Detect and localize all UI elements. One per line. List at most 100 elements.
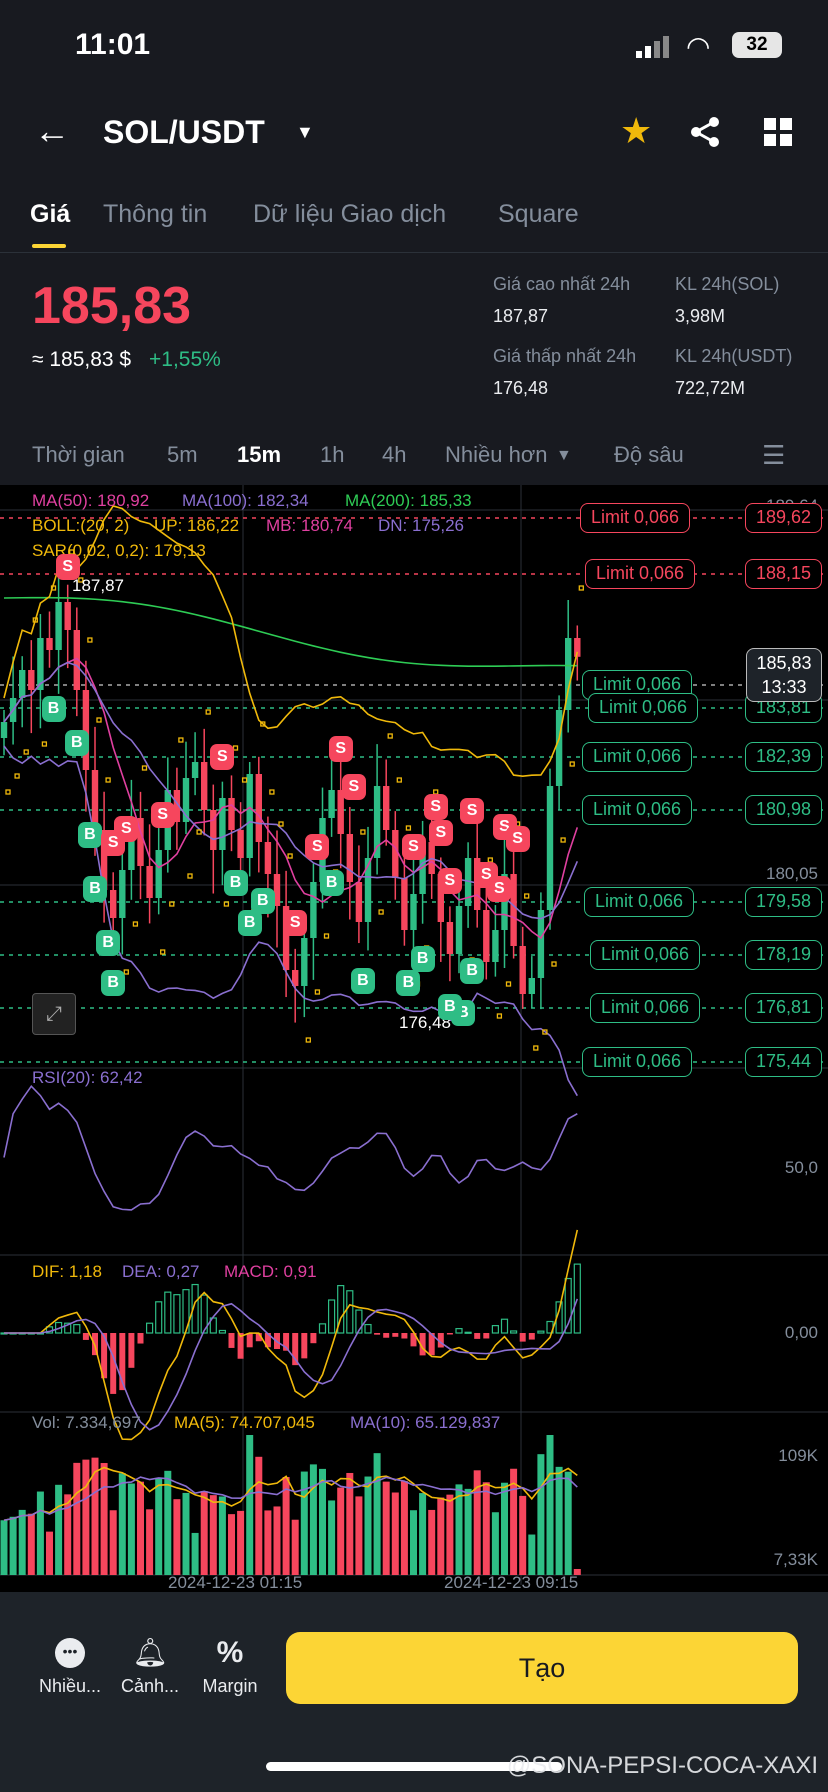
- sell-marker[interactable]: S: [437, 868, 462, 894]
- sell-marker[interactable]: S: [210, 744, 235, 770]
- sar-dot: [41, 741, 48, 747]
- vol-legend: Vol: 7.334,697: [32, 1413, 141, 1432]
- axis-mid: 180,05: [766, 864, 818, 883]
- order-label[interactable]: Limit 0,066: [588, 693, 699, 723]
- sell-marker[interactable]: S: [423, 794, 448, 820]
- favorite-star-icon[interactable]: ★: [620, 110, 652, 152]
- volume-bar: [46, 1531, 53, 1575]
- sell-marker[interactable]: S: [283, 910, 308, 936]
- buy-marker[interactable]: B: [83, 876, 107, 902]
- buy-marker[interactable]: B: [460, 958, 485, 984]
- candle-body: [0, 722, 8, 738]
- sar-dot: [496, 1013, 503, 1019]
- timeframe-15m[interactable]: 15m: [237, 442, 281, 468]
- sar-dot: [396, 777, 402, 783]
- buy-marker[interactable]: B: [396, 970, 421, 996]
- timeframe-time[interactable]: Thời gian: [32, 442, 125, 468]
- buy-marker[interactable]: B: [410, 946, 435, 972]
- order-label[interactable]: Limit 0,066: [584, 887, 695, 917]
- sell-marker[interactable]: S: [328, 736, 353, 762]
- buy-marker[interactable]: B: [223, 870, 248, 896]
- timeframe-1h[interactable]: 1h: [320, 442, 344, 468]
- buy-marker[interactable]: B: [350, 968, 375, 994]
- tab-trading-data[interactable]: Dữ liệu Giao dịch: [253, 200, 446, 229]
- sar-dot: [96, 717, 102, 723]
- tab-price[interactable]: Giá: [30, 200, 70, 229]
- timeframe-4h[interactable]: 4h: [382, 442, 406, 468]
- order-label[interactable]: Limit 0,066: [582, 742, 693, 772]
- buy-marker[interactable]: B: [41, 696, 66, 722]
- timeframe-5m[interactable]: 5m: [167, 442, 198, 468]
- alert-button[interactable]: 🔔︎ Cảnh...: [110, 1638, 190, 1697]
- volume-bar: [55, 1484, 63, 1575]
- high-24h-label: Giá cao nhất 24h: [493, 274, 631, 294]
- pair-title[interactable]: SOL/USDT: [103, 114, 265, 151]
- sell-marker[interactable]: S: [401, 834, 426, 860]
- battery-indicator: 32: [732, 32, 782, 58]
- order-price[interactable]: 189,62: [744, 503, 822, 533]
- buy-marker[interactable]: B: [250, 888, 275, 914]
- buy-marker[interactable]: B: [437, 994, 462, 1020]
- sell-marker[interactable]: S: [428, 820, 453, 846]
- active-tab-indicator: [32, 244, 66, 248]
- order-price[interactable]: 176,81: [744, 993, 822, 1023]
- current-price-tag: 185,83 13:33: [746, 648, 822, 702]
- sell-marker[interactable]: S: [150, 802, 175, 828]
- volume-bar: [328, 1500, 336, 1575]
- candle-body: [364, 858, 372, 922]
- ma50-legend: MA(50): 180,92: [32, 491, 150, 510]
- share-icon[interactable]: [690, 116, 722, 153]
- order-label[interactable]: Limit 0,066: [582, 1047, 693, 1077]
- tab-info[interactable]: Thông tin: [103, 200, 207, 229]
- macd-bar: [446, 1333, 453, 1335]
- timeframe-more[interactable]: Nhiều hơn: [445, 442, 548, 468]
- timeframe-depth[interactable]: Độ sâu: [614, 442, 684, 468]
- order-price[interactable]: 182,39: [744, 742, 822, 772]
- back-button[interactable]: ←: [34, 110, 70, 152]
- pair-dropdown-caret-icon[interactable]: ▼: [296, 122, 314, 143]
- sar-dot: [14, 773, 20, 779]
- order-price[interactable]: 175,44: [744, 1047, 822, 1077]
- buy-marker[interactable]: B: [64, 730, 89, 756]
- buy-marker[interactable]: B: [101, 970, 126, 996]
- volume-bar: [9, 1516, 17, 1575]
- last-price: 185,83: [32, 277, 192, 335]
- create-button[interactable]: Tạo: [286, 1632, 798, 1704]
- margin-button[interactable]: % Margin: [190, 1638, 270, 1697]
- order-price[interactable]: 180,98: [744, 795, 822, 825]
- sell-marker[interactable]: S: [305, 834, 330, 860]
- order-label[interactable]: Limit 0,066: [590, 993, 701, 1023]
- sell-marker[interactable]: S: [55, 554, 80, 580]
- order-price[interactable]: 178,19: [744, 940, 822, 970]
- buy-marker[interactable]: B: [319, 870, 344, 896]
- volume-bar: [309, 1464, 317, 1575]
- vol-ma5-legend: MA(5): 74.707,045: [174, 1413, 315, 1432]
- sar-dot: [278, 821, 284, 827]
- fullscreen-icon[interactable]: ⤢: [32, 993, 76, 1035]
- sell-marker[interactable]: S: [460, 798, 485, 824]
- layout-grid-icon[interactable]: [764, 118, 792, 151]
- volume-bar: [419, 1493, 427, 1575]
- order-label[interactable]: Limit 0,066: [582, 795, 693, 825]
- buy-marker[interactable]: B: [77, 822, 102, 848]
- order-label[interactable]: Limit 0,066: [580, 503, 691, 533]
- sell-marker[interactable]: S: [341, 774, 366, 800]
- sar-dot: [241, 777, 248, 783]
- order-price[interactable]: 179,58: [744, 887, 822, 917]
- divider: [0, 252, 828, 253]
- order-label[interactable]: Limit 0,066: [585, 559, 696, 589]
- tab-square[interactable]: Square: [498, 200, 579, 229]
- sell-marker[interactable]: S: [487, 876, 512, 902]
- boll-legend: BOLL:(20, 2): [32, 516, 130, 535]
- sell-marker[interactable]: S: [101, 830, 126, 856]
- ma200-legend: MA(200): 185,33: [345, 491, 472, 510]
- volume-bar: [255, 1456, 263, 1575]
- sar-dot: [360, 829, 366, 835]
- chart-settings-icon[interactable]: ☰: [762, 440, 785, 471]
- order-price[interactable]: 188,15: [744, 559, 822, 589]
- macd-bar: [401, 1333, 408, 1339]
- sell-marker[interactable]: S: [505, 826, 530, 852]
- more-button[interactable]: ••• Nhiều...: [30, 1638, 110, 1697]
- order-label[interactable]: Limit 0,066: [590, 940, 701, 970]
- buy-marker[interactable]: B: [96, 930, 121, 956]
